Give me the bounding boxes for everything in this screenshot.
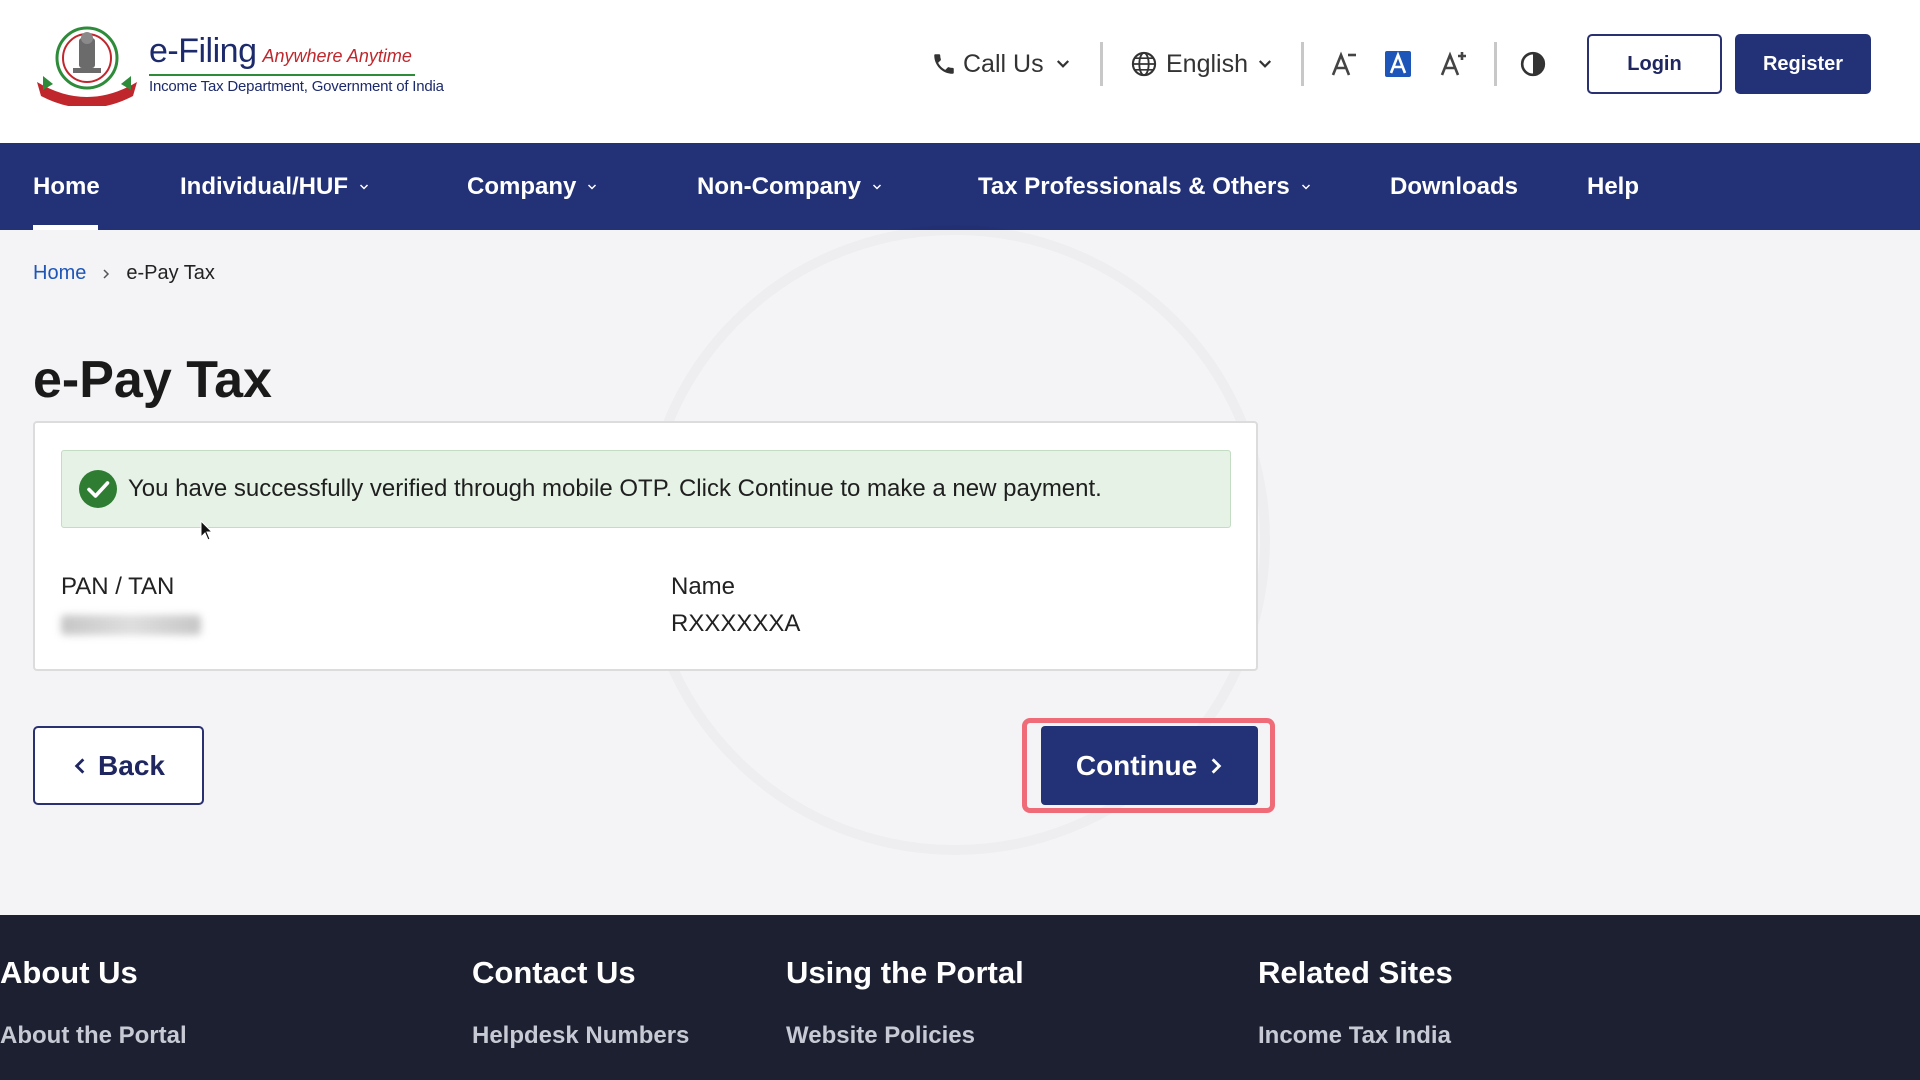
chevron-down-icon (1056, 60, 1069, 68)
nav-help[interactable]: Help (1587, 143, 1639, 230)
nav-home[interactable]: Home (33, 143, 100, 230)
footer-heading-related-sites: Related Sites (1258, 955, 1453, 990)
name-label: Name (671, 573, 736, 600)
footer-link-website-policies[interactable]: Website Policies (786, 1022, 975, 1050)
breadcrumb-current: e-Pay Tax (126, 262, 215, 284)
page-title: e-Pay Tax (33, 351, 272, 409)
footer-heading-contact: Contact Us (472, 955, 636, 990)
footer-link-income-tax-india[interactable]: Income Tax India (1258, 1022, 1451, 1050)
continue-button[interactable]: Continue (1041, 726, 1258, 805)
footer-link-helpdesk[interactable]: Helpdesk Numbers (472, 1022, 689, 1050)
chevron-right-icon (103, 268, 110, 279)
footer-link-about-portal[interactable]: About the Portal (0, 1022, 187, 1050)
language-label: English (1166, 49, 1248, 78)
phone-icon (934, 54, 954, 74)
main-nav: Home Individual/HUF Company Non-Company … (0, 143, 1920, 230)
verification-card: You have successfully verified through m… (33, 421, 1258, 671)
header-tools: Call Us English Login Register (920, 34, 1920, 94)
site-header: e-Filing Anywhere Anytime Income Tax Dep… (0, 0, 1920, 143)
font-decrease-icon (1331, 51, 1356, 76)
chevron-down-icon (359, 183, 369, 190)
site-footer: About Us About the Portal Contact Us Hel… (0, 915, 1920, 1080)
nav-help-label: Help (1587, 172, 1640, 200)
font-default-button[interactable] (1385, 34, 1411, 94)
nav-downloads-label: Downloads (1390, 172, 1519, 200)
font-increase-icon (1440, 51, 1466, 76)
chevron-left-icon (74, 757, 85, 774)
nav-non-company[interactable]: Non-Company (697, 143, 883, 230)
income-tax-emblem-icon (37, 26, 137, 106)
chevron-right-icon (1211, 757, 1222, 774)
contrast-icon (1520, 51, 1546, 77)
brand-divider (149, 74, 415, 76)
call-us-label: Call Us (963, 49, 1044, 78)
nav-company-label: Company (467, 172, 577, 200)
name-value: RXXXXXXA (671, 610, 801, 637)
breadcrumb: Home e-Pay Tax (33, 262, 215, 285)
footer-heading-using-portal: Using the Portal (786, 955, 1024, 990)
chevron-down-icon (1301, 183, 1310, 190)
login-button[interactable]: Login (1587, 34, 1722, 94)
nav-downloads[interactable]: Downloads (1390, 143, 1518, 230)
efiling-logo[interactable]: e-Filing Anywhere Anytime Income Tax Dep… (33, 24, 444, 106)
mouse-cursor-icon (200, 520, 214, 541)
register-button[interactable]: Register (1735, 34, 1871, 94)
nav-non-company-label: Non-Company (697, 172, 861, 200)
font-decrease-button[interactable] (1330, 34, 1358, 94)
brand-name: e-Filing (149, 32, 257, 70)
pan-tan-label: PAN / TAN (61, 573, 175, 600)
nav-individual-huf-label: Individual/HUF (180, 172, 348, 200)
nav-individual-huf[interactable]: Individual/HUF (180, 143, 370, 230)
font-default-icon (1385, 51, 1411, 77)
chevron-down-icon (1258, 60, 1272, 68)
header-divider (1100, 42, 1103, 86)
call-us-dropdown[interactable]: Call Us (931, 34, 1072, 94)
brand-subtitle: Income Tax Department, Government of Ind… (149, 78, 444, 95)
header-divider (1494, 42, 1497, 86)
success-message: You have successfully verified through m… (128, 475, 1102, 502)
header-divider (1301, 42, 1304, 86)
breadcrumb-home-link[interactable]: Home (33, 262, 86, 285)
nav-tax-professionals[interactable]: Tax Professionals & Others (978, 143, 1312, 230)
chevron-down-icon (872, 183, 882, 190)
nav-home-label: Home (33, 172, 100, 200)
nav-active-indicator (33, 225, 98, 230)
pan-tan-value-redacted (61, 615, 201, 635)
nav-tax-professionals-label: Tax Professionals & Others (978, 172, 1290, 200)
success-alert: You have successfully verified through m… (61, 450, 1231, 528)
chevron-down-icon (588, 183, 597, 190)
brand-tagline: Anywhere Anytime (262, 46, 412, 66)
nav-company[interactable]: Company (467, 143, 598, 230)
contrast-toggle[interactable] (1520, 34, 1546, 94)
font-increase-button[interactable] (1440, 34, 1468, 94)
footer-heading-about: About Us (0, 955, 138, 990)
continue-label: Continue (1075, 749, 1198, 781)
language-dropdown[interactable]: English (1130, 34, 1274, 94)
check-circle-icon (79, 470, 117, 508)
back-button[interactable]: Back (33, 726, 204, 805)
back-label: Back (98, 749, 165, 781)
globe-icon (1131, 51, 1157, 77)
